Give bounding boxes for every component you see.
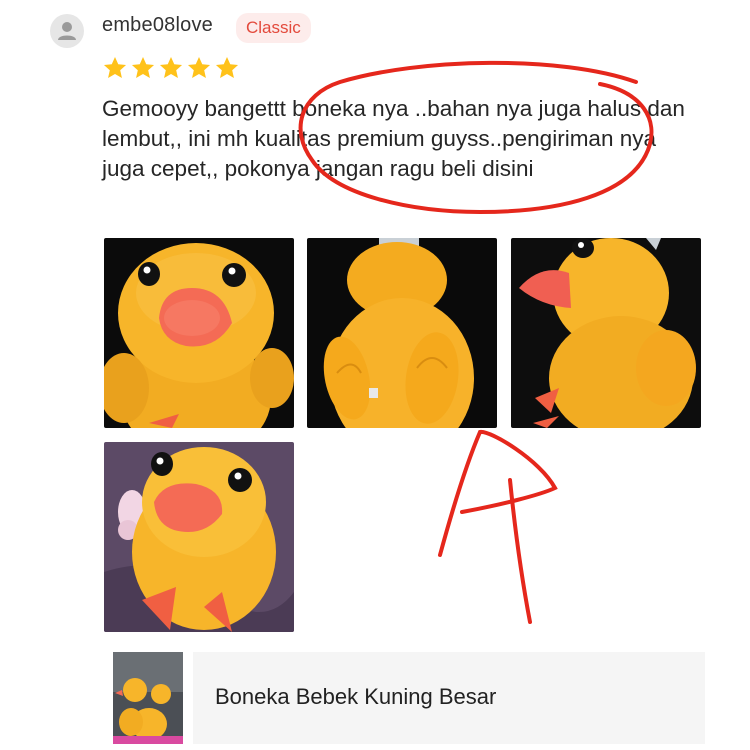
product-thumbnail[interactable] — [113, 652, 183, 744]
markup-letter-a — [438, 429, 558, 557]
star-icon — [103, 56, 127, 78]
duck-photo-front — [104, 238, 294, 428]
user-icon — [58, 22, 76, 40]
star-icon — [159, 56, 183, 78]
review-photo[interactable] — [307, 238, 497, 428]
star-icon — [187, 56, 211, 78]
product-name: Boneka Bebek Kuning Besar — [215, 684, 497, 709]
markup-letter-a-stroke — [508, 478, 532, 624]
reviewer-username[interactable]: embe08love — [102, 14, 213, 37]
product-card[interactable]: Boneka Bebek Kuning Besar — [193, 652, 705, 744]
review-photo[interactable] — [104, 442, 294, 632]
avatar[interactable] — [50, 14, 84, 48]
duck-photo-cloth — [104, 442, 294, 632]
duck-photo-side — [511, 238, 701, 428]
star-icon — [215, 56, 239, 78]
duck-photo-back — [307, 238, 497, 428]
membership-badge: Classic — [236, 13, 311, 43]
star-icon — [131, 56, 155, 78]
star-rating — [102, 55, 240, 81]
review-photo[interactable] — [104, 238, 294, 428]
review-text: Gemooyy bangettt boneka nya ..bahan nya … — [102, 96, 685, 181]
review-photo[interactable] — [511, 238, 701, 428]
product-image — [113, 652, 183, 744]
